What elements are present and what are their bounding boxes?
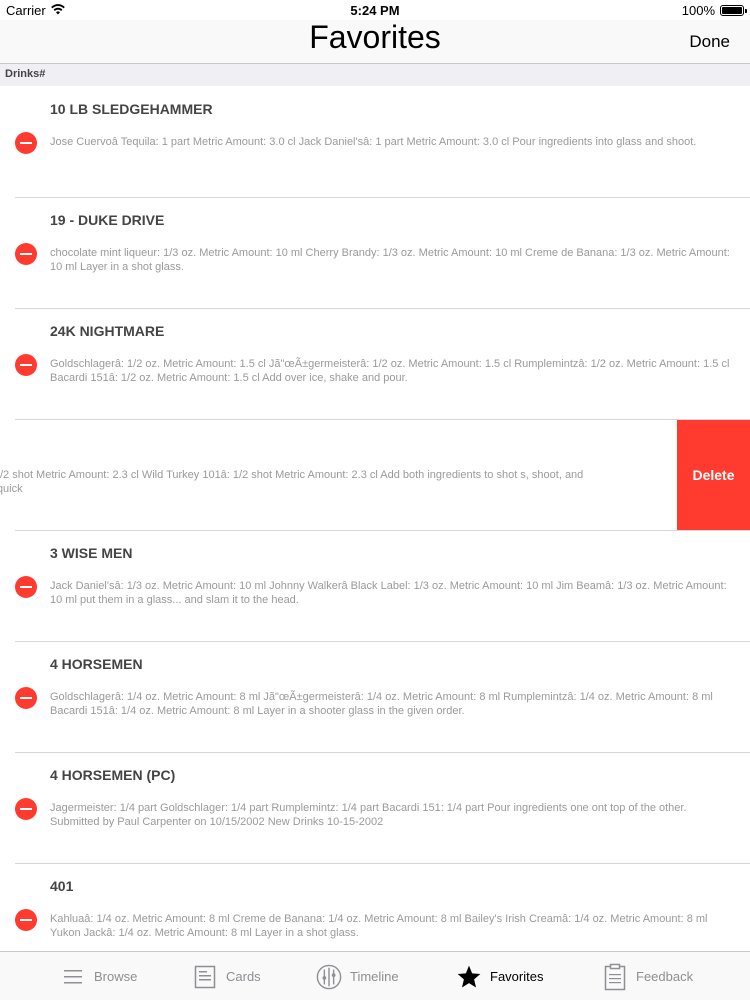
section-header: Drinks# xyxy=(0,64,750,86)
list-item[interactable]: 24K NIGHTMARE Goldschlagerâ: 1/2 oz. Met… xyxy=(0,309,750,420)
drink-description: Goldschlagerâ: 1/4 oz. Metric Amount: 8 … xyxy=(50,691,713,717)
page-title: Favorites xyxy=(309,19,441,55)
list-icon xyxy=(60,964,86,990)
tab-label: Favorites xyxy=(490,969,544,984)
list-item[interactable]: 19 - DUKE DRIVE chocolate mint liqueur: … xyxy=(0,198,750,309)
battery-icon xyxy=(720,5,747,16)
list-item[interactable]: 401 Kahluaâ: 1/4 oz. Metric Amount: 8 ml… xyxy=(0,864,750,951)
tab-cards[interactable]: Cards xyxy=(192,952,261,1000)
delete-button[interactable]: Delete xyxy=(677,420,750,530)
drink-name: 401 xyxy=(50,878,74,894)
drink-description: chocolate mint liqueur: 1/3 oz. Metric A… xyxy=(50,247,730,273)
delete-circle-icon[interactable] xyxy=(15,243,37,265)
done-button[interactable]: Done xyxy=(689,32,730,52)
timeline-icon xyxy=(316,964,342,990)
card-icon xyxy=(192,964,218,990)
list-item[interactable]: 4 HORSEMEN Goldschlagerâ: 1/4 oz. Metric… xyxy=(0,642,750,753)
drink-name: 4 HORSEMEN (PC) xyxy=(50,767,176,783)
tab-label: Cards xyxy=(226,969,261,984)
star-icon xyxy=(456,964,482,990)
delete-circle-icon[interactable] xyxy=(15,909,37,931)
clock-label: 5:24 PM xyxy=(350,3,400,18)
drink-description: Goldschlagerâ: 1/2 oz. Metric Amount: 1.… xyxy=(50,358,730,384)
drink-name: 24K NIGHTMARE xyxy=(50,323,165,339)
tab-browse[interactable]: Browse xyxy=(60,952,137,1000)
navigation-bar: Favorites Done xyxy=(0,20,750,64)
list-item[interactable]: 10 LB SLEDGEHAMMER Jose Cuervoâ Tequila:… xyxy=(0,87,750,198)
drink-name: 10 LB SLEDGEHAMMER xyxy=(50,101,213,117)
list-item[interactable]: 3 WISE MEN Jack Daniel'sâ: 1/3 oz. Metri… xyxy=(0,531,750,642)
drink-name: 19 - DUKE DRIVE xyxy=(50,212,165,228)
delete-circle-icon[interactable] xyxy=(15,576,37,598)
drink-description: Jose Cuervoâ Tequila: 1 part Metric Amou… xyxy=(50,136,697,148)
tab-bar: Browse Cards Timeline Favorites Feedback xyxy=(0,951,750,1000)
tab-favorites[interactable]: Favorites xyxy=(456,952,543,1000)
status-bar: Carrier 5:24 PM 100% xyxy=(0,0,750,20)
favorites-list[interactable]: 10 LB SLEDGEHAMMER Jose Cuervoâ Tequila:… xyxy=(0,87,750,951)
tab-label: Feedback xyxy=(636,969,694,984)
drink-description: Kahluaâ: 1/4 oz. Metric Amount: 8 ml Cre… xyxy=(50,913,708,939)
clipboard-icon xyxy=(602,963,628,990)
drink-description: Jack Daniel'sâ: 1/3 oz. Metric Amount: 1… xyxy=(50,580,727,606)
delete-circle-icon[interactable] xyxy=(15,798,37,820)
delete-circle-icon[interactable] xyxy=(15,354,37,376)
tab-label: Timeline xyxy=(350,969,399,984)
drink-name: 3 WISE MEN xyxy=(50,545,133,561)
battery-percent: 100% xyxy=(681,3,715,18)
list-item-swiped[interactable]: 2 rdi 151â: 1/2 shot Metric Amount: 2.3 … xyxy=(0,420,750,531)
swiped-row-content: 2 rdi 151â: 1/2 shot Metric Amount: 2.3 … xyxy=(0,420,678,530)
drink-description: Jagermeister: 1/4 part Goldschlager: 1/4… xyxy=(50,802,687,828)
tab-label: Browse xyxy=(94,969,138,984)
list-item[interactable]: 4 HORSEMEN (PC) Jagermeister: 1/4 part G… xyxy=(0,753,750,864)
drink-description: rdi 151â: 1/2 shot Metric Amount: 2.3 cl… xyxy=(0,469,584,495)
delete-circle-icon[interactable] xyxy=(15,132,37,154)
delete-circle-icon[interactable] xyxy=(15,687,37,709)
drink-name: 4 HORSEMEN xyxy=(50,656,143,672)
tab-timeline[interactable]: Timeline xyxy=(316,952,399,1000)
tab-feedback[interactable]: Feedback xyxy=(602,952,693,1000)
